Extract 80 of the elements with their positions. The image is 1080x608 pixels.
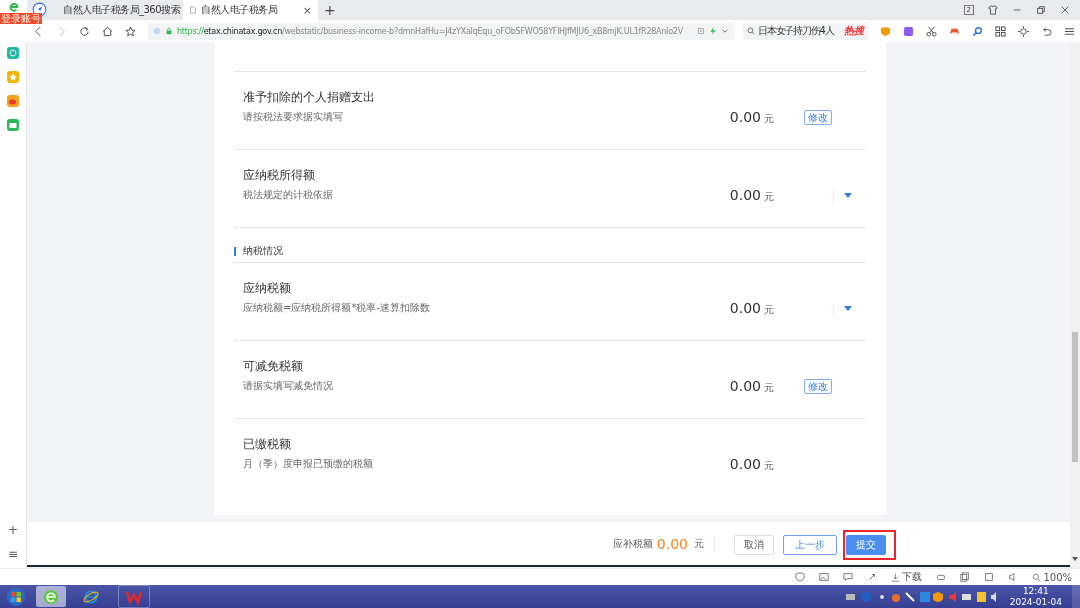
cancel-button[interactable]: 取消 bbox=[734, 534, 774, 555]
start-button[interactable] bbox=[6, 586, 26, 607]
taskbar-clock[interactable]: 12:41 2024-01-04 bbox=[1009, 585, 1062, 608]
item-hint: 请据实填写减免情况 bbox=[243, 379, 334, 393]
home-icon[interactable] bbox=[102, 25, 113, 37]
item-title: 可减免税额 bbox=[243, 358, 304, 375]
qr-code-icon[interactable] bbox=[697, 27, 705, 35]
currency-unit: 元 bbox=[764, 303, 774, 317]
close-tab-button[interactable]: × bbox=[302, 3, 312, 17]
caret-icon[interactable] bbox=[844, 193, 852, 198]
item-title: 准予扣除的个人捐赠支出 bbox=[243, 89, 376, 106]
browser-tab[interactable]: 自然人电子税务局_360搜索 bbox=[53, 0, 183, 20]
menu-icon[interactable] bbox=[1064, 25, 1075, 37]
taskbar-app[interactable] bbox=[118, 585, 150, 608]
currency-unit: 元 bbox=[694, 536, 704, 551]
amount-value: 0.00 bbox=[729, 187, 761, 203]
caret-icon[interactable] bbox=[844, 306, 852, 311]
sidebar-button[interactable]: + bbox=[7, 524, 19, 536]
zoom-icon bbox=[1032, 572, 1042, 582]
folder-icon[interactable] bbox=[7, 119, 19, 131]
pages-icon[interactable] bbox=[960, 572, 971, 582]
zoom-button[interactable]: 100% bbox=[1032, 571, 1072, 583]
browser-logo-icon bbox=[43, 588, 59, 605]
amount-value: 0.00 bbox=[729, 109, 761, 125]
back-icon[interactable] bbox=[33, 25, 44, 37]
item-title: 已缴税额 bbox=[243, 436, 292, 453]
magnifier-icon[interactable] bbox=[972, 25, 983, 37]
tax-due-amount: 0.00 bbox=[656, 535, 688, 552]
amount-value: 0.00 bbox=[729, 456, 761, 472]
scissors-icon[interactable] bbox=[926, 25, 937, 37]
tax-due-label: 应补税额 bbox=[612, 536, 653, 551]
close-icon[interactable] bbox=[1060, 5, 1070, 15]
previous-step-button[interactable]: 上一步 bbox=[783, 534, 837, 555]
currency-unit: 元 bbox=[764, 190, 774, 204]
reload-icon[interactable] bbox=[79, 25, 90, 37]
currency-unit: 元 bbox=[764, 112, 774, 126]
currency-unit: 元 bbox=[764, 381, 774, 395]
lightning-icon[interactable] bbox=[709, 27, 717, 35]
address-field[interactable]: https://etax.chinatax.gov.cn/webstatic/business-income-b?dmnHafHu=J4zYXaIqEqu_oFObSFWO58YFlHJfMJU6_xB8mjK.UL1fR28AnIo2V bbox=[148, 22, 734, 40]
item-hint: 税法规定的计税依据 bbox=[243, 188, 334, 202]
shirt-icon[interactable] bbox=[988, 5, 998, 15]
undo-icon[interactable] bbox=[1041, 25, 1052, 37]
trending-label: 热搜 bbox=[844, 24, 864, 38]
edit-button[interactable]: 修改 bbox=[804, 110, 832, 125]
chat-icon[interactable] bbox=[843, 572, 854, 582]
sidebar-button[interactable]: ≡ bbox=[7, 548, 19, 560]
currency-unit: 元 bbox=[764, 459, 774, 473]
item-hint: 应纳税额=应纳税所得额*税率-速算扣除数 bbox=[243, 301, 431, 315]
bookmark-star-icon[interactable] bbox=[125, 25, 136, 37]
taskbar-app[interactable] bbox=[36, 586, 66, 607]
window-icon[interactable] bbox=[984, 572, 995, 582]
section-title: 纳税情况 bbox=[243, 244, 283, 258]
login-badge[interactable]: 登录账号 bbox=[0, 13, 42, 24]
item-title: 应纳税额 bbox=[243, 280, 292, 297]
scrollbar-thumb[interactable] bbox=[1072, 332, 1078, 462]
download-icon bbox=[891, 572, 901, 582]
image-icon[interactable] bbox=[819, 572, 830, 582]
chevron-down-icon[interactable] bbox=[721, 27, 729, 35]
item-hint: 月（季）度申报已预缴的税额 bbox=[243, 457, 374, 471]
lock-icon bbox=[165, 27, 173, 35]
edit-button[interactable]: 修改 bbox=[804, 379, 832, 394]
item-hint: 请按税法要求据实填写 bbox=[243, 110, 344, 124]
grid-icon[interactable] bbox=[995, 25, 1006, 37]
globe-icon[interactable] bbox=[7, 47, 19, 59]
download-button[interactable]: 下载 bbox=[891, 570, 923, 584]
search-field[interactable]: 日本女子持刀伤4人 热搜 bbox=[743, 22, 868, 40]
new-tab-button[interactable]: + bbox=[324, 2, 336, 18]
tray-icons-drawing[interactable] bbox=[845, 590, 996, 603]
scroll-down-icon[interactable] bbox=[1072, 557, 1078, 561]
star-icon[interactable] bbox=[7, 71, 19, 83]
amount-value: 0.00 bbox=[729, 378, 761, 394]
restore-icon[interactable] bbox=[1036, 5, 1046, 15]
page-icon bbox=[189, 6, 197, 14]
item-title: 应纳税所得额 bbox=[243, 167, 316, 184]
search-icon bbox=[747, 27, 755, 35]
browser-tab[interactable]: 自然人电子税务局 × bbox=[183, 0, 318, 20]
shield-icon[interactable] bbox=[795, 572, 806, 582]
browser-logo-icon[interactable] bbox=[7, 1, 20, 13]
amount-value: 0.00 bbox=[729, 300, 761, 316]
brightness-icon[interactable] bbox=[1018, 25, 1029, 37]
